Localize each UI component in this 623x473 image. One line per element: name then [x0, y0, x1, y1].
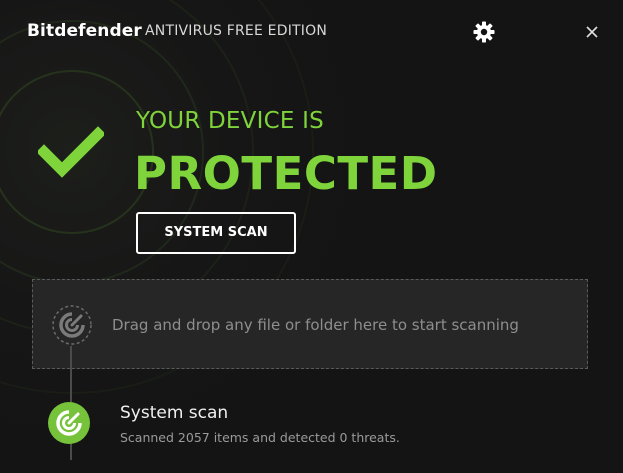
scan-complete-icon — [47, 401, 91, 445]
brand-logo-text: Bitdefender — [27, 21, 142, 41]
app-window: Bitdefender ANTIVIRUS FREE EDITION YOUR … — [0, 0, 623, 473]
edition-label: ANTIVIRUS FREE EDITION — [145, 23, 327, 39]
history-item-detail: Scanned 2057 items and detected 0 threat… — [120, 430, 400, 445]
close-icon[interactable] — [581, 21, 603, 43]
history-item-title[interactable]: System scan — [120, 403, 228, 423]
title-bar[interactable]: Bitdefender ANTIVIRUS FREE EDITION — [0, 0, 623, 62]
scan-target-icon — [51, 304, 93, 346]
status-heading: YOUR DEVICE IS — [136, 108, 324, 134]
drop-zone-text: Drag and drop any file or folder here to… — [112, 316, 519, 334]
checkmark-icon — [36, 126, 106, 178]
gear-icon[interactable] — [472, 20, 496, 44]
status-protected-label: PROTECTED — [134, 147, 438, 200]
system-scan-button[interactable]: SYSTEM SCAN — [136, 212, 296, 254]
